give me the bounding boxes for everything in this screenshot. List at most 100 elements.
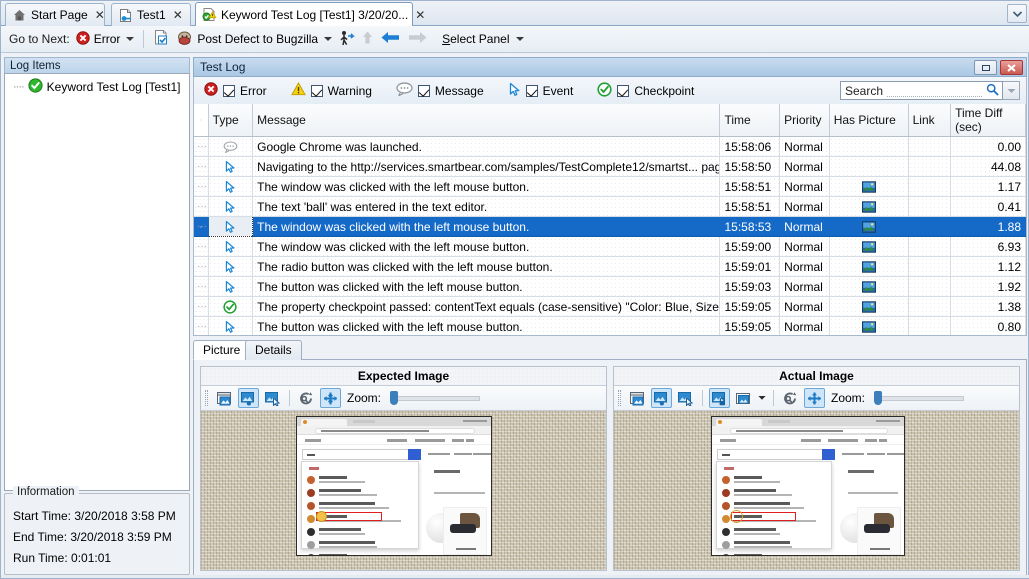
suggestion-title xyxy=(734,541,790,544)
column-header-priority[interactable]: Priority xyxy=(780,104,830,137)
cell-time: 15:59:05 xyxy=(720,317,780,337)
toolbar-grip[interactable] xyxy=(618,390,621,406)
post-defect-button[interactable]: Post Defect to Bugzilla xyxy=(176,30,332,49)
search-text xyxy=(307,454,315,456)
close-button[interactable] xyxy=(1000,60,1023,75)
close-icon[interactable]: ✕ xyxy=(95,8,105,22)
picture-thumbnail-icon[interactable] xyxy=(862,220,876,234)
log-items-tree[interactable]: ···· Keyword Test Log [Test1] xyxy=(4,73,190,491)
dropdown-caret-icon[interactable] xyxy=(324,37,332,41)
tree-node-keyword-test-log[interactable]: ···· Keyword Test Log [Test1] xyxy=(5,74,189,96)
close-icon[interactable]: ✕ xyxy=(415,8,425,22)
picture-thumbnail-icon[interactable] xyxy=(862,260,876,274)
actual-zoom-label: Zoom: xyxy=(831,391,865,405)
log-table-container[interactable]: Type Message Time Priority Has Picture L… xyxy=(193,104,1027,336)
tree-connector: ··· xyxy=(194,241,207,252)
tab-test1[interactable]: Test1 ✕ xyxy=(111,3,191,26)
cell-time-diff: 1.38 xyxy=(951,297,1026,317)
toolbar-grip[interactable] xyxy=(205,390,208,406)
filter-warning-checkbox[interactable] xyxy=(311,85,323,97)
slider-thumb[interactable] xyxy=(874,391,882,405)
filter-warning[interactable]: Warning xyxy=(291,82,372,99)
picture-thumbnail-icon[interactable] xyxy=(862,300,876,314)
tab-keyword-test-log[interactable]: Keyword Test Log [Test1] 3/20/20... ✕ xyxy=(195,2,413,26)
restore-button[interactable] xyxy=(974,60,997,75)
column-header-time[interactable]: Time xyxy=(720,104,780,137)
nav-item xyxy=(387,439,407,442)
error-icon xyxy=(204,82,218,99)
reset-view-button[interactable] xyxy=(780,388,801,408)
column-header-has-picture[interactable]: Has Picture xyxy=(829,104,908,137)
table-row[interactable]: ···The text 'ball' was entered in the te… xyxy=(194,197,1026,217)
picture-thumbnail-icon[interactable] xyxy=(862,240,876,254)
select-region-button[interactable] xyxy=(262,388,283,408)
slider-thumb[interactable] xyxy=(390,391,398,405)
filter-checkpoint[interactable]: Checkpoint xyxy=(597,82,694,100)
filter-error[interactable]: Error xyxy=(204,82,267,99)
table-row[interactable]: ···The window was clicked with the left … xyxy=(194,177,1026,197)
filter-checkpoint-checkbox[interactable] xyxy=(617,85,629,97)
expected-image-view[interactable] xyxy=(201,411,606,570)
actual-image-view[interactable] xyxy=(614,411,1019,570)
picture-thumbnail-icon[interactable] xyxy=(862,320,876,334)
fit-to-window-button[interactable] xyxy=(804,388,825,408)
info-start-time: Start Time: 3/20/2018 3:58 PM xyxy=(5,506,189,527)
filter-event[interactable]: Event xyxy=(508,82,574,100)
report-icon[interactable] xyxy=(153,29,170,49)
picture-thumbnail-icon[interactable] xyxy=(862,280,876,294)
table-row[interactable]: ···The property checkpoint passed: conte… xyxy=(194,297,1026,317)
tab-details[interactable]: Details xyxy=(245,340,302,360)
table-row[interactable]: ···The window was clicked with the left … xyxy=(194,237,1026,257)
fit-to-window-button[interactable] xyxy=(320,388,341,408)
goto-next-error-button[interactable]: Error xyxy=(76,31,135,48)
close-icon xyxy=(1006,63,1017,73)
cell-priority: Normal xyxy=(780,197,830,217)
select-region-button[interactable] xyxy=(675,388,696,408)
column-header-type[interactable]: Type xyxy=(208,104,253,137)
cell-link xyxy=(908,217,950,237)
actual-zoom-slider[interactable] xyxy=(874,393,964,403)
cell-time-diff: 1.17 xyxy=(951,177,1026,197)
filter-error-checkbox[interactable] xyxy=(223,85,235,97)
filter-event-checkbox[interactable] xyxy=(526,85,538,97)
column-header-message[interactable]: Message xyxy=(253,104,720,137)
filter-message[interactable]: Message xyxy=(396,82,484,99)
search-dropdown-button[interactable] xyxy=(1003,81,1020,100)
picture-thumbnail-icon[interactable] xyxy=(862,180,876,194)
save-dropdown-button[interactable] xyxy=(757,395,767,401)
save-image-button[interactable] xyxy=(733,388,754,408)
tab-overflow-chevron-down-icon[interactable] xyxy=(1007,4,1027,23)
filter-message-checkbox[interactable] xyxy=(418,85,430,97)
picture-thumbnail-icon[interactable] xyxy=(862,200,876,214)
table-row[interactable]: ···The window was clicked with the left … xyxy=(194,217,1026,237)
row-gutter: ··· xyxy=(194,197,208,217)
lock-image-button[interactable] xyxy=(709,388,730,408)
column-header-time-diff[interactable]: Time Diff (sec) xyxy=(951,104,1026,137)
table-row[interactable]: ···The button was clicked with the left … xyxy=(194,277,1026,297)
tab-picture[interactable]: Picture xyxy=(193,340,250,360)
search-icon[interactable] xyxy=(986,83,1002,99)
slider-track xyxy=(390,396,480,401)
select-panel-label: Select Panel xyxy=(442,32,509,46)
jump-icon[interactable] xyxy=(338,30,355,49)
column-header-link[interactable]: Link xyxy=(908,104,950,137)
select-panel-button[interactable]: Select Panel xyxy=(442,32,523,46)
pan-tool-button[interactable] xyxy=(651,388,672,408)
suggestion-thumb-icon xyxy=(722,541,730,549)
table-row[interactable]: ···Navigating to the http://services.sma… xyxy=(194,157,1026,177)
actual-image-title: Actual Image xyxy=(614,367,1019,386)
copy-image-button[interactable] xyxy=(627,388,648,408)
dropdown-caret-icon[interactable] xyxy=(516,37,524,41)
expected-zoom-slider[interactable] xyxy=(390,393,480,403)
pan-tool-button[interactable] xyxy=(238,388,259,408)
table-row[interactable]: ···The button was clicked with the left … xyxy=(194,317,1026,337)
tab-start-page[interactable]: Start Page ✕ xyxy=(5,3,105,26)
reset-view-button[interactable] xyxy=(296,388,317,408)
table-row[interactable]: ···Google Chrome was launched.15:58:06No… xyxy=(194,137,1026,157)
close-icon[interactable]: ✕ xyxy=(173,8,183,22)
dropdown-caret-icon[interactable] xyxy=(126,37,134,41)
copy-image-button[interactable] xyxy=(214,388,235,408)
back-arrow-icon[interactable] xyxy=(380,30,401,48)
search-input[interactable]: Search xyxy=(840,81,1003,100)
table-row[interactable]: ···The radio button was clicked with the… xyxy=(194,257,1026,277)
